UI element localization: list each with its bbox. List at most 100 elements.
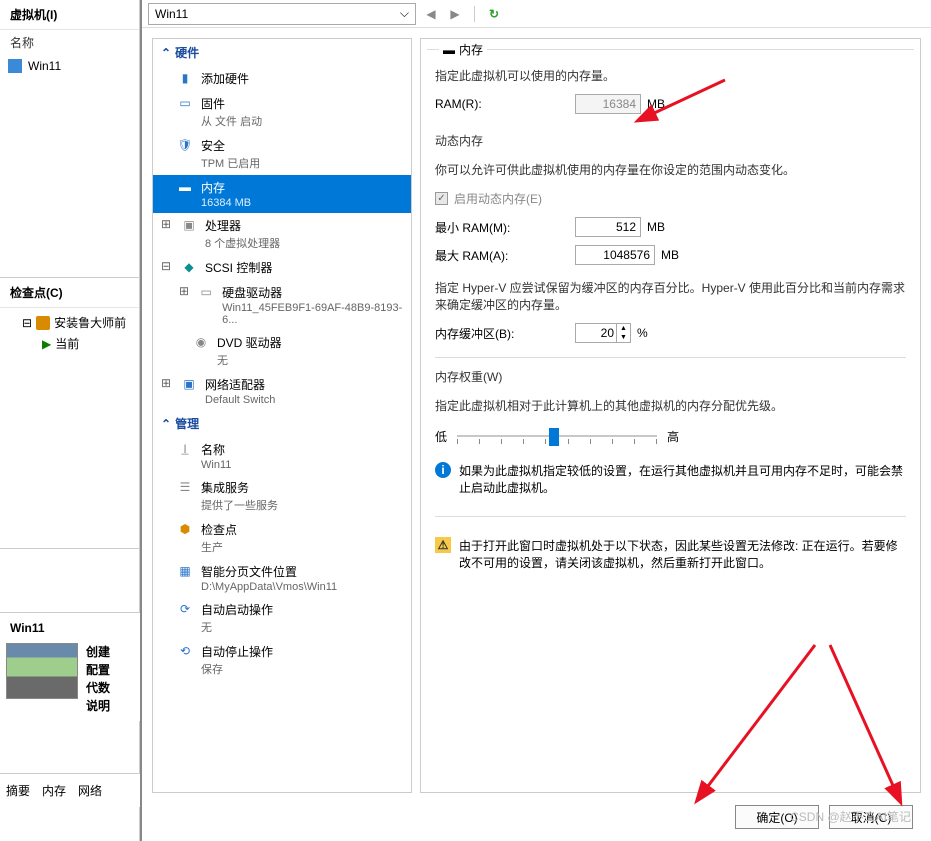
vm-icon bbox=[8, 59, 22, 73]
current-label: 当前 bbox=[55, 335, 79, 352]
ok-button[interactable]: 确定(O) bbox=[735, 805, 819, 829]
nav-forward-button[interactable]: ▶ bbox=[446, 5, 464, 23]
cancel-button[interactable]: 取消(C) bbox=[829, 805, 913, 829]
spin-up-icon[interactable]: ▲ bbox=[617, 324, 630, 333]
memory-detail-panel: ▬ 内存 指定此虚拟机可以使用的内存量。 RAM(R): MB 动态内存 你可以… bbox=[420, 38, 921, 793]
spin-down-icon[interactable]: ▼ bbox=[617, 333, 630, 342]
checkpoint-label: 安装鲁大师前 bbox=[54, 314, 126, 331]
checkpoint-icon: ⬢ bbox=[177, 521, 193, 537]
network-icon: ▣ bbox=[181, 376, 197, 392]
tab-memory[interactable]: 内存 bbox=[42, 778, 66, 803]
percent-unit: % bbox=[637, 326, 648, 340]
autostop-node[interactable]: ⟲ 自动停止操作保存 bbox=[153, 639, 411, 681]
hdd-icon: ▭ bbox=[198, 284, 214, 300]
chevron-down-icon: ⌵ bbox=[400, 6, 409, 21]
integration-node[interactable]: ☰ 集成服务提供了一些服务 bbox=[153, 475, 411, 517]
autostop-icon: ⟲ bbox=[177, 643, 193, 659]
vm-selector-dropdown[interactable]: Win11 ⌵ bbox=[148, 3, 416, 25]
preview-tabs: 摘要 内存 网络 bbox=[0, 773, 140, 807]
weight-slider[interactable] bbox=[457, 426, 657, 446]
slider-low-label: 低 bbox=[435, 428, 447, 445]
integration-icon: ☰ bbox=[177, 479, 193, 495]
expand-icon[interactable]: ⊟ bbox=[22, 316, 32, 330]
intro-text: 指定此虚拟机可以使用的内存量。 bbox=[435, 67, 906, 84]
checkpoints-pane: 检查点(C) ⊟ 安装鲁大师前 ▶ 当前 bbox=[0, 278, 139, 549]
expand-icon[interactable]: ⊞ bbox=[179, 284, 190, 298]
hardware-section-header[interactable]: ⌃ 硬件 bbox=[153, 39, 411, 66]
autostart-node[interactable]: ⟳ 自动启动操作无 bbox=[153, 597, 411, 639]
mb-unit: MB bbox=[647, 97, 665, 111]
warning-icon: ⚠ bbox=[435, 537, 451, 553]
scsi-node[interactable]: ⊟ ◆ SCSI 控制器 bbox=[153, 255, 411, 280]
folder-icon: ▦ bbox=[177, 563, 193, 579]
name-node[interactable]: I̲ 名称Win11 bbox=[153, 437, 411, 475]
processor-node[interactable]: ⊞ ▣ 处理器8 个虚拟处理器 bbox=[153, 213, 411, 255]
add-hardware-node[interactable]: ▮ 添加硬件 bbox=[153, 66, 411, 91]
checkpoint-node[interactable]: ⊟ 安装鲁大师前 bbox=[6, 312, 133, 333]
vm-item-label: Win11 bbox=[28, 59, 61, 73]
hdd-node[interactable]: ⊞ ▭ 硬盘驱动器Win11_45FEB9F1-69AF-48B9-8193-6… bbox=[153, 280, 411, 330]
memory-icon: ▬ bbox=[177, 179, 193, 195]
buffer-spinner[interactable]: ▲▼ bbox=[575, 323, 631, 343]
checkpoints-node[interactable]: ⬢ 检查点生产 bbox=[153, 517, 411, 559]
tab-summary[interactable]: 摘要 bbox=[6, 778, 30, 803]
mb-unit: MB bbox=[661, 248, 679, 262]
dialog-buttons: 确定(O) 取消(C) bbox=[735, 805, 913, 829]
smartpage-node[interactable]: ▦ 智能分页文件位置D:\MyAppData\Vmos\Win11 bbox=[153, 559, 411, 597]
vm-thumbnail[interactable] bbox=[6, 643, 78, 699]
mb-unit: MB bbox=[647, 220, 665, 234]
expand-icon[interactable]: ⊞ bbox=[161, 376, 173, 390]
shield-icon: 🛡 bbox=[177, 137, 193, 153]
checkbox-icon bbox=[435, 192, 448, 205]
slider-thumb[interactable] bbox=[549, 428, 559, 446]
collapse-icon: ⌃ bbox=[161, 46, 171, 60]
play-icon: ▶ bbox=[42, 337, 51, 351]
nav-back-button[interactable]: ◀ bbox=[422, 5, 440, 23]
max-ram-input[interactable] bbox=[575, 245, 655, 265]
tab-network[interactable]: 网络 bbox=[78, 778, 102, 803]
autostart-icon: ⟳ bbox=[177, 601, 193, 617]
vm-list-item[interactable]: Win11 bbox=[0, 55, 139, 77]
cpu-icon: ▣ bbox=[181, 217, 197, 233]
settings-dialog: Win11 ⌵ ◀ ▶ ↻ ⌃ 硬件 ▮ 添加硬件 ▭ 固件从 文件 启动 🛡 … bbox=[140, 0, 931, 841]
name-column-header: 名称 bbox=[0, 30, 139, 55]
dialog-toolbar: Win11 ⌵ ◀ ▶ ↻ bbox=[142, 0, 931, 28]
checkpoint-tree: ⊟ 安装鲁大师前 ▶ 当前 bbox=[0, 308, 139, 358]
refresh-button[interactable]: ↻ bbox=[485, 5, 503, 23]
min-ram-input[interactable] bbox=[575, 217, 641, 237]
vm-metadata: 创建 配置 代数 说明 bbox=[86, 643, 110, 715]
warning-text: 由于打开此窗口时虚拟机处于以下状态，因此某些设置无法修改: 正在运行。若要修改不… bbox=[459, 537, 906, 571]
add-hardware-icon: ▮ bbox=[177, 70, 193, 86]
dynamic-memory-title: 动态内存 bbox=[435, 132, 906, 149]
info-icon: i bbox=[435, 462, 451, 478]
checkpoints-title: 检查点(C) bbox=[0, 278, 139, 308]
enable-dynamic-checkbox-row: 启用动态内存(E) bbox=[435, 190, 906, 207]
security-node[interactable]: 🛡 安全TPM 已启用 bbox=[153, 133, 411, 175]
collapse-icon: ⌃ bbox=[161, 417, 171, 431]
slider-high-label: 高 bbox=[667, 428, 679, 445]
expand-icon[interactable]: ⊞ bbox=[161, 217, 173, 231]
ram-label: RAM(R): bbox=[435, 97, 575, 111]
memory-weight-title: 内存权重(W) bbox=[435, 368, 906, 385]
buffer-input[interactable] bbox=[576, 324, 616, 342]
network-adapter-node[interactable]: ⊞ ▣ 网络适配器Default Switch bbox=[153, 372, 411, 410]
dvd-node[interactable]: ◉ DVD 驱动器无 bbox=[153, 330, 411, 372]
firmware-node[interactable]: ▭ 固件从 文件 启动 bbox=[153, 91, 411, 133]
panel-legend: ▬ 内存 bbox=[439, 41, 487, 58]
buffer-label: 内存缓冲区(B): bbox=[435, 325, 575, 342]
ram-input[interactable] bbox=[575, 94, 641, 114]
memory-weight-desc: 指定此虚拟机相对于此计算机上的其他虚拟机的内存分配优先级。 bbox=[435, 397, 906, 414]
collapse-icon[interactable]: ⊟ bbox=[161, 259, 173, 273]
buffer-desc: 指定 Hyper-V 应尝试保留为缓冲区的内存百分比。Hyper-V 使用此百分… bbox=[435, 279, 906, 313]
preview-title: Win11 bbox=[6, 619, 134, 643]
checkpoint-current-node[interactable]: ▶ 当前 bbox=[6, 333, 133, 354]
max-ram-label: 最大 RAM(A): bbox=[435, 247, 575, 264]
firmware-icon: ▭ bbox=[177, 95, 193, 111]
dynamic-memory-desc: 你可以允许可供此虚拟机使用的内存量在你设定的范围内动态变化。 bbox=[435, 161, 906, 178]
scsi-icon: ◆ bbox=[181, 259, 197, 275]
management-section-header[interactable]: ⌃ 管理 bbox=[153, 410, 411, 437]
vm-pane-title: 虚拟机(I) bbox=[0, 0, 139, 30]
checkpoint-icon bbox=[36, 316, 50, 330]
memory-node[interactable]: ▬ 内存16384 MB bbox=[153, 175, 411, 213]
enable-dynamic-label: 启用动态内存(E) bbox=[454, 190, 542, 207]
